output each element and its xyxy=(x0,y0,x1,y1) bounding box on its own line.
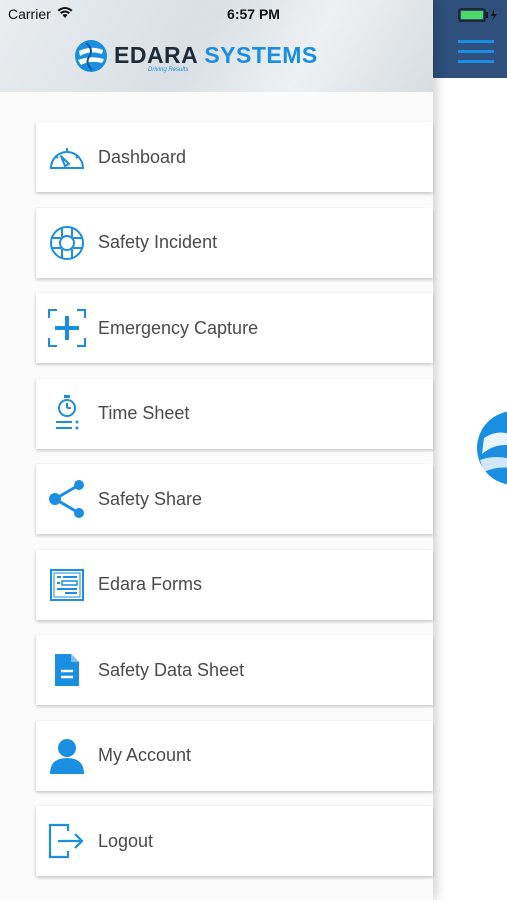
brand-tagline: Driving Results xyxy=(148,67,189,73)
menu-item-logout[interactable]: Logout xyxy=(36,806,433,876)
menu-label-logout: Logout xyxy=(98,830,154,851)
menu-item-safety-data-sheet[interactable]: Safety Data Sheet xyxy=(36,635,433,705)
battery-icon xyxy=(458,8,502,22)
menu-label-dashboard: Dashboard xyxy=(98,146,187,167)
brand-name-part1: EDARA xyxy=(114,42,198,68)
menu-item-emergency-capture[interactable]: Emergency Capture xyxy=(36,293,433,363)
menu-label-emergency-capture: Emergency Capture xyxy=(98,317,259,338)
menu-item-my-account[interactable]: My Account xyxy=(36,720,433,791)
menu-label-edara-forms: Edara Forms xyxy=(98,574,203,594)
brand-logo: EDARA SYSTEMS Driving Results xyxy=(74,38,318,78)
menu-label-safety-share: Safety Share xyxy=(98,488,203,509)
menu-label-time-sheet: Time Sheet xyxy=(98,403,190,423)
drawer-menu: Dashboard Safety Incident Emergency Capt… xyxy=(36,122,433,892)
menu-hamburger-icon[interactable] xyxy=(458,40,494,71)
menu-item-edara-forms[interactable]: Edara Forms xyxy=(36,549,433,620)
menu-item-time-sheet[interactable]: Time Sheet xyxy=(36,378,433,449)
menu-item-safety-share[interactable]: Safety Share xyxy=(36,464,433,534)
menu-item-safety-incident[interactable]: Safety Incident xyxy=(36,207,433,278)
stopwatch-icon xyxy=(36,394,98,434)
globe-logo-icon xyxy=(474,408,507,493)
menu-label-my-account: My Account xyxy=(98,745,192,765)
brand-name-part2: SYSTEMS xyxy=(204,42,318,68)
status-time: 6:57 PM xyxy=(227,6,280,22)
navigation-drawer: Carrier EDARA SYSTEMS Driving Results Da… xyxy=(0,0,433,900)
form-icon xyxy=(36,568,98,602)
user-icon xyxy=(36,738,98,774)
emergency-capture-icon xyxy=(36,308,98,348)
menu-label-safety-incident: Safety Incident xyxy=(98,232,218,252)
lifebuoy-icon xyxy=(36,224,98,262)
share-icon xyxy=(36,479,98,519)
menu-item-dashboard[interactable]: Dashboard xyxy=(36,122,433,192)
document-icon xyxy=(36,652,98,688)
menu-label-safety-data-sheet: Safety Data Sheet xyxy=(98,659,245,680)
logout-icon xyxy=(36,823,98,859)
globe-icon xyxy=(74,39,108,78)
dashboard-gauge-icon xyxy=(36,142,98,172)
